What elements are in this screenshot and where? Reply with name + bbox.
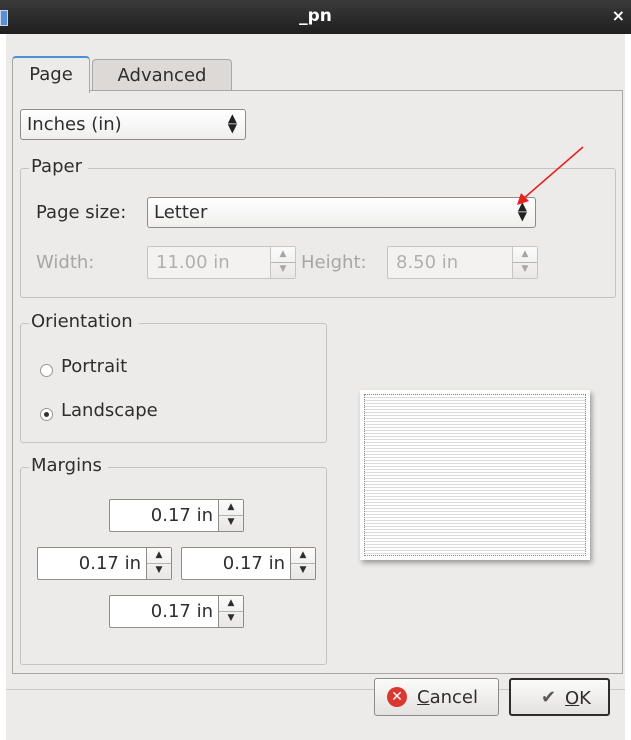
height-value: 8.50 in [396,252,459,273]
ok-icon: ✔ [541,687,557,708]
width-spinner: 11.00 in ▲ ▼ [147,246,296,279]
portrait-radio[interactable] [40,364,53,377]
units-select-value: Inches (in) [27,114,122,135]
page-size-label: Page size: [36,202,127,223]
width-value: 11.00 in [156,252,230,273]
spin-down-icon: ▼ [279,264,287,274]
select-arrows-icon: ▲ ▼ [227,111,237,135]
paper-legend: Paper [29,156,88,177]
page-preview-margins [364,394,586,556]
cancel-button-label: Cancel [417,687,478,708]
spin-up-icon: ▲ [271,247,295,263]
spin-up-icon[interactable]: ▲ [291,548,315,564]
page-size-value: Letter [154,202,208,223]
tab-page[interactable]: Page [12,56,90,93]
orientation-frame [20,323,327,443]
spin-up-icon: ▲ [513,247,537,263]
margin-bottom-spinner[interactable]: 0.17 in ▲ ▼ [109,595,244,628]
spin-down-icon: ▼ [521,264,529,274]
page-setup-dialog: Page Advanced Inches (in) ▲ ▼ Paper Page … [6,34,625,740]
portrait-label[interactable]: Portrait [61,356,127,377]
landscape-label[interactable]: Landscape [61,400,158,421]
margins-legend: Margins [29,455,108,476]
margin-left-spinner[interactable]: 0.17 in ▲ ▼ [37,547,172,580]
height-label: Height: [301,252,367,273]
units-select[interactable]: Inches (in) ▲ ▼ [20,109,246,140]
page-size-select[interactable]: Letter ▲ ▼ [147,197,536,228]
margin-top-value: 0.17 in [150,505,213,526]
margin-right-spinner[interactable]: 0.17 in ▲ ▼ [181,547,316,580]
select-arrows-icon: ▲ ▼ [517,199,527,223]
ok-button[interactable]: ✔ OK [509,678,610,716]
orientation-legend: Orientation [29,311,139,332]
close-icon[interactable]: × [612,6,625,25]
landscape-radio[interactable] [40,408,53,421]
tab-advanced[interactable]: Advanced [92,59,232,91]
width-label: Width: [36,252,95,273]
margin-right-value: 0.17 in [222,553,285,574]
page-tab-panel: Inches (in) ▲ ▼ Paper Page size: Letter ▲… [12,90,623,674]
cancel-icon: ✕ [387,687,407,707]
page-preview [360,390,590,560]
cancel-button[interactable]: ✕ Cancel [374,678,499,716]
height-spinner: 8.50 in ▲ ▼ [387,246,538,279]
title-bar: _pn × [0,0,631,34]
spin-down-icon[interactable]: ▼ [147,563,171,578]
margin-left-value: 0.17 in [78,553,141,574]
spin-down-icon[interactable]: ▼ [219,515,243,530]
spin-up-icon[interactable]: ▲ [219,500,243,516]
spin-down-icon[interactable]: ▼ [219,611,243,626]
spin-down-icon[interactable]: ▼ [291,563,315,578]
ok-button-label: OK [565,688,591,709]
spin-up-icon[interactable]: ▲ [147,548,171,564]
window-title: _pn [299,6,332,26]
spin-up-icon[interactable]: ▲ [219,596,243,612]
margin-top-spinner[interactable]: 0.17 in ▲ ▼ [109,499,244,532]
margin-bottom-value: 0.17 in [150,601,213,622]
